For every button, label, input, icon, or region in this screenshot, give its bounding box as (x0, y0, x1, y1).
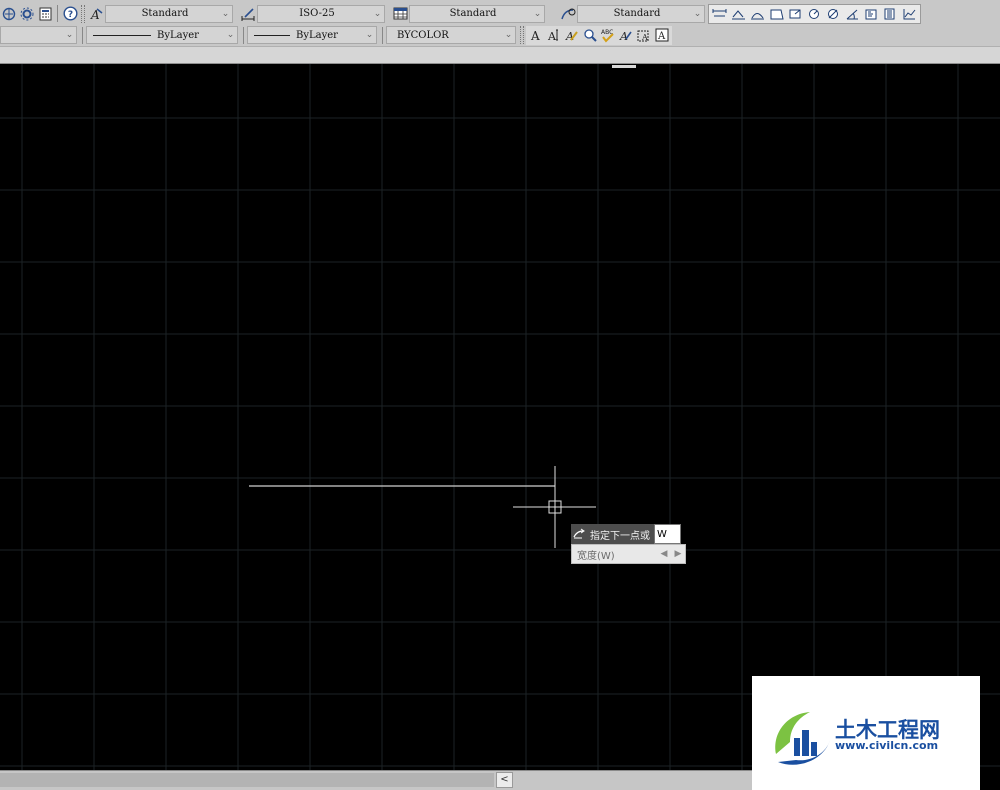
chevron-right-icon[interactable]: ▶ (671, 549, 685, 559)
styles-toolbar: ? A Standard ⌄ ISO-25 ⌄ Standard ⌄ Stand… (0, 3, 1000, 24)
baseline-dimension-icon[interactable] (881, 5, 900, 23)
grid (0, 64, 1000, 770)
option-width[interactable]: 宽度(W) (572, 547, 657, 562)
aligned-dimension-icon[interactable] (729, 5, 748, 23)
toolbar-separator (382, 26, 383, 44)
multileader-style-select[interactable]: Standard ⌄ (577, 4, 705, 23)
svg-text:A: A (641, 33, 648, 42)
svg-text:A: A (547, 30, 557, 42)
dimension-style-select[interactable]: ISO-25 ⌄ (257, 4, 385, 23)
quick-dimension-icon[interactable] (862, 5, 881, 23)
toolbar-separator (57, 5, 58, 22)
svg-text:A: A (657, 31, 666, 42)
plot-style-value: BYCOLOR (397, 29, 449, 41)
justify-text-icon[interactable]: A (653, 26, 671, 44)
text-toolbar: A A A ABC A A A (526, 25, 672, 45)
scroll-left-button[interactable]: < (496, 772, 513, 788)
text-style-select[interactable]: Standard ⌄ (105, 4, 233, 23)
plot-style-select[interactable]: BYCOLOR ⌄ (386, 26, 516, 44)
toolbar-grip[interactable] (81, 4, 85, 23)
settings-gear-icon[interactable] (18, 5, 36, 23)
polyline-cursor-icon (571, 524, 588, 544)
text-style-icon[interactable]: A (87, 5, 105, 23)
table-style-icon[interactable] (391, 5, 409, 23)
toolbar-strip (0, 46, 1000, 64)
toolbar-grip[interactable] (520, 26, 524, 44)
angular-dimension-icon[interactable] (843, 5, 862, 23)
text-style-value: Standard (141, 8, 189, 19)
chevron-down-icon[interactable]: ⌄ (224, 27, 237, 43)
lineweight-value: ByLayer (296, 29, 338, 41)
chevron-down-icon[interactable]: ⌄ (219, 6, 232, 22)
multiline-text-icon[interactable]: A (527, 26, 545, 44)
svg-text:A: A (619, 30, 628, 42)
dimension-style-value: ISO-25 (299, 8, 335, 19)
lineweight-sample (254, 34, 290, 36)
chevron-left-icon[interactable]: ◀ (657, 549, 671, 559)
site-watermark: 土木工程网 www.civilcn.com (752, 676, 980, 790)
toolbar-area: ? A Standard ⌄ ISO-25 ⌄ Standard ⌄ Stand… (0, 0, 1000, 64)
svg-text:?: ? (67, 10, 72, 20)
linetype-sample (93, 34, 151, 36)
toolbar-separator (243, 26, 244, 44)
jogged-dimension-icon[interactable] (805, 5, 824, 23)
dynamic-input-prompt-text: 指定下一点或 (588, 524, 654, 544)
spell-check-icon[interactable]: ABC (599, 26, 617, 44)
chevron-down-icon[interactable]: ⌄ (363, 27, 376, 43)
ordinate-dimension-icon[interactable] (767, 5, 786, 23)
chevron-down-icon[interactable]: ⌄ (502, 27, 515, 43)
linetype-select[interactable]: ByLayer ⌄ (86, 26, 238, 44)
dynamic-input-field[interactable]: W (654, 524, 681, 544)
help-icon[interactable]: ? (61, 5, 79, 23)
color-select[interactable]: ⌄ (0, 26, 77, 44)
svg-text:A: A (565, 30, 574, 42)
drawing-canvas[interactable] (0, 64, 1000, 770)
civilcn-logo (775, 712, 830, 765)
edit-text-icon[interactable]: A (563, 26, 581, 44)
linetype-value: ByLayer (157, 29, 199, 41)
render-icon[interactable] (0, 5, 18, 23)
model-space[interactable] (0, 64, 1000, 770)
svg-text:A: A (530, 29, 540, 42)
arc-length-icon[interactable] (748, 5, 767, 23)
continue-dimension-icon[interactable] (900, 5, 919, 23)
horizontal-scrollbar[interactable]: < (0, 770, 752, 790)
calculator-icon[interactable] (36, 5, 54, 23)
single-line-text-icon[interactable]: A (545, 26, 563, 44)
chevron-down-icon[interactable]: ⌄ (531, 6, 544, 22)
scrollbar-track[interactable] (0, 773, 494, 787)
ucs-marker (612, 65, 636, 68)
chevron-down-icon[interactable]: ⌄ (371, 6, 384, 22)
scale-text-icon[interactable]: A (635, 26, 653, 44)
dimension-toolbar (708, 3, 921, 24)
dynamic-input-options: 宽度(W) ◀ ▶ (571, 544, 686, 564)
lineweight-select[interactable]: ByLayer ⌄ (247, 26, 377, 44)
dimension-style-icon[interactable] (239, 5, 257, 23)
watermark-url: www.civilcn.com (835, 739, 939, 752)
toolbar-separator (82, 26, 83, 44)
table-style-select[interactable]: Standard ⌄ (409, 4, 545, 23)
text-style-icon[interactable]: A (617, 26, 635, 44)
table-style-value: Standard (449, 8, 497, 19)
linear-dimension-icon[interactable] (710, 5, 729, 23)
diameter-dimension-icon[interactable] (824, 5, 843, 23)
multileader-style-value: Standard (613, 8, 661, 19)
radius-dimension-icon[interactable] (786, 5, 805, 23)
chevron-down-icon[interactable]: ⌄ (63, 27, 76, 43)
properties-toolbar: ⌄ ByLayer ⌄ ByLayer ⌄ BYCOLOR ⌄ A A A AB… (0, 25, 1000, 45)
find-replace-icon[interactable] (581, 26, 599, 44)
chevron-down-icon[interactable]: ⌄ (691, 6, 704, 22)
dynamic-input-prompt: 指定下一点或 W (571, 524, 681, 544)
multileader-style-icon[interactable] (559, 5, 577, 23)
